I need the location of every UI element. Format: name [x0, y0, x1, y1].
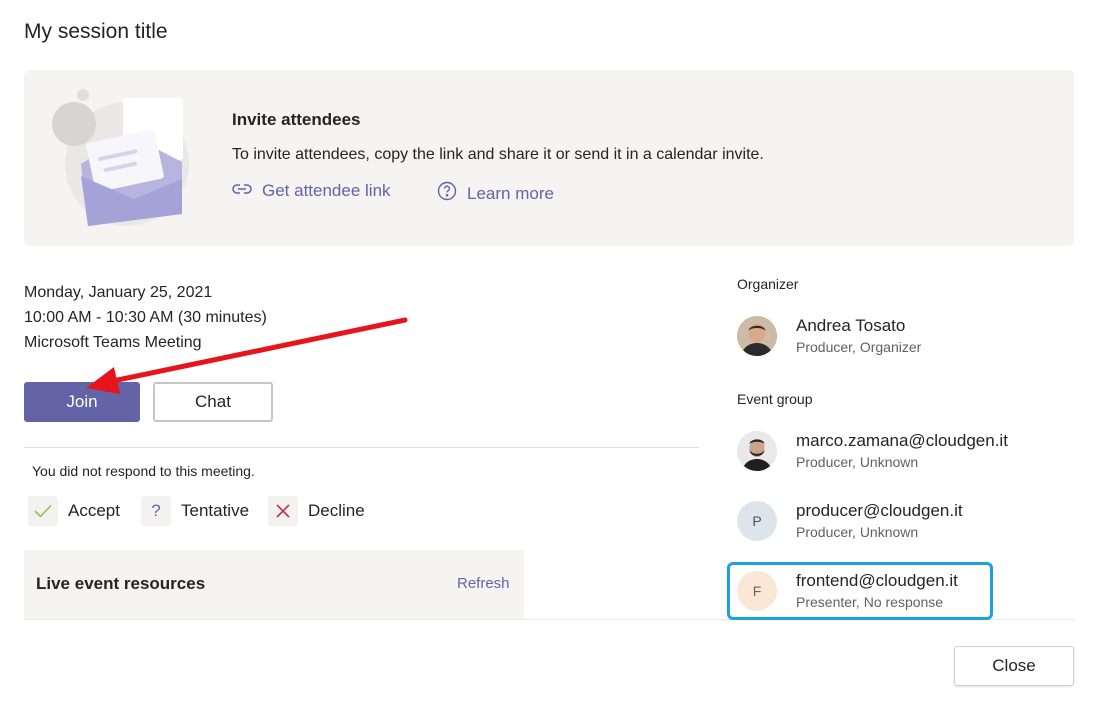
tentative-label: Tentative: [181, 501, 250, 520]
organizer-label: Organizer: [737, 276, 799, 292]
highlight-box: [727, 562, 993, 620]
member-role: Producer, Unknown: [796, 524, 919, 540]
question-mark-icon: ?: [141, 496, 171, 526]
accept-button[interactable]: Accept: [28, 496, 120, 526]
invite-description: To invite attendees, copy the link and s…: [232, 146, 764, 163]
organizer-name: Andrea Tosato: [796, 316, 906, 335]
accept-label: Accept: [68, 501, 120, 520]
resources-title: Live event resources: [36, 574, 206, 593]
close-button[interactable]: Close: [954, 646, 1074, 686]
decline-button[interactable]: Decline: [268, 496, 365, 526]
tentative-button[interactable]: ? Tentative: [141, 496, 249, 526]
envelope-illustration-icon: [44, 84, 194, 234]
response-status: You did not respond to this meeting.: [32, 463, 255, 479]
avatar-initial: P: [737, 501, 777, 541]
learn-more-link[interactable]: Learn more: [437, 181, 554, 206]
divider: [24, 447, 699, 448]
refresh-link[interactable]: Refresh: [457, 575, 510, 592]
meeting-type: Microsoft Teams Meeting: [24, 334, 202, 351]
get-attendee-link-label: Get attendee link: [262, 181, 391, 200]
event-group-member[interactable]: P producer@cloudgen.it Producer, Unknown: [737, 500, 963, 542]
organizer-role: Producer, Organizer: [796, 339, 922, 355]
decline-label: Decline: [308, 501, 365, 520]
invite-heading: Invite attendees: [232, 110, 361, 129]
x-icon: [268, 496, 298, 526]
avatar: [737, 431, 777, 471]
get-attendee-link[interactable]: Get attendee link: [232, 181, 391, 201]
learn-more-label: Learn more: [467, 183, 554, 203]
meeting-time: 10:00 AM - 10:30 AM (30 minutes): [24, 309, 267, 326]
meeting-date: Monday, January 25, 2021: [24, 284, 213, 301]
join-button[interactable]: Join: [24, 382, 140, 422]
live-event-resources-panel: Live event resources Refresh: [24, 550, 524, 620]
avatar: [737, 316, 777, 356]
event-group-member[interactable]: marco.zamana@cloudgen.it Producer, Unkno…: [737, 430, 1008, 472]
member-role: Producer, Unknown: [796, 454, 919, 470]
help-circle-icon: [437, 181, 457, 206]
link-icon: [232, 181, 252, 201]
member-name: marco.zamana@cloudgen.it: [796, 431, 1008, 450]
check-icon: [28, 496, 58, 526]
event-group-label: Event group: [737, 391, 813, 407]
chat-button[interactable]: Chat: [153, 382, 273, 422]
dialog-title: My session title: [24, 20, 168, 43]
organizer-person[interactable]: Andrea Tosato Producer, Organizer: [737, 315, 921, 357]
meeting-details: Monday, January 25, 2021 10:00 AM - 10:3…: [24, 280, 267, 355]
member-name: producer@cloudgen.it: [796, 501, 963, 520]
